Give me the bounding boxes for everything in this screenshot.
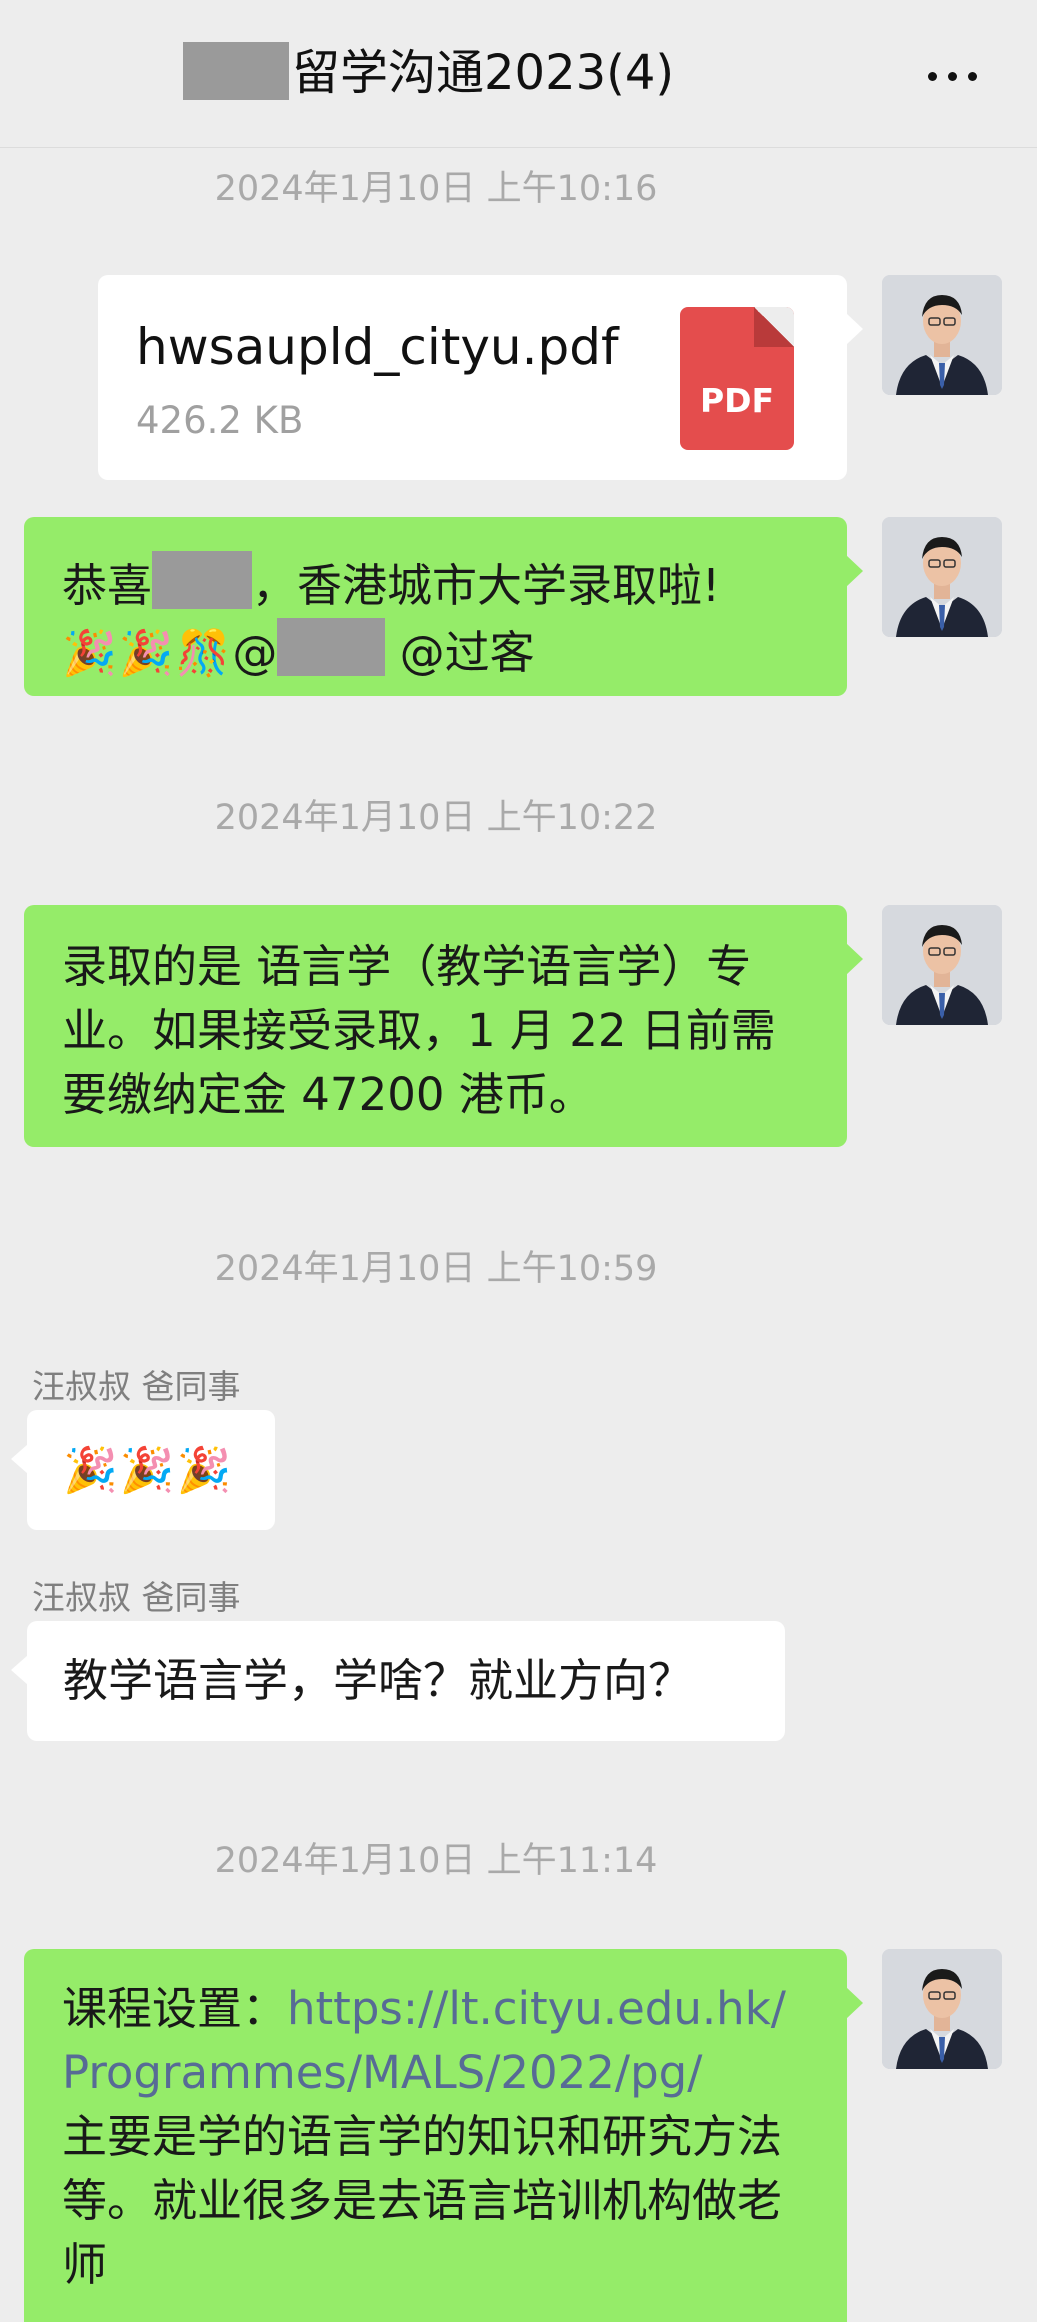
redacted-name (277, 618, 386, 676)
message-bubble[interactable]: 录取的是 语言学（教学语言学）专业。如果接受录取，1 月 22 日前需要缴纳定金… (24, 905, 863, 1147)
message-text: 恭喜 (62, 559, 153, 612)
more-icon[interactable] (922, 60, 982, 92)
mention-text: @过客 (399, 626, 535, 679)
message-text: ，香港城市大学录取啦! (252, 559, 721, 612)
timestamp: 2024年1月10日 上午10:22 (214, 798, 658, 838)
message-bubble[interactable]: 恭喜 ，香港城市大学录取啦! 🎉🎉🎊@ @过客 (24, 517, 863, 696)
message-bubble[interactable]: 🎉🎉🎉 (11, 1410, 275, 1530)
message-bubble[interactable]: 教学语言学，学啥？就业方向？ (11, 1621, 785, 1741)
message-text: 主要是学的语言学的知识和研究方法等。就业很多是去语言培训机构做老师 (62, 2110, 783, 2291)
timestamp: 2024年1月10日 上午11:14 (214, 1841, 658, 1881)
chat-title: 留学沟通2023(4) (292, 45, 675, 101)
message-text: 教学语言学，学啥？就业方向？ (63, 1654, 694, 1707)
message-bubble[interactable]: 课程设置：https://lt.cityu.edu.hk/ Programmes… (24, 1949, 863, 2322)
redacted-name (183, 42, 289, 100)
message-text: 录取的是 语言学（教学语言学）专业。如果接受录取，1 月 22 日前需要缴纳定金… (62, 940, 776, 1121)
course-link[interactable]: Programmes/MALS/2022/pg/ (62, 2041, 815, 2105)
avatar[interactable] (882, 905, 1002, 1025)
avatar[interactable] (882, 1949, 1002, 2069)
party-emoji: 🎉🎉🎉 (63, 1445, 234, 1496)
chat-header: 留学沟通2023(4) (0, 0, 1037, 148)
pdf-icon: PDF (680, 307, 794, 450)
avatar[interactable] (882, 275, 1002, 395)
pdf-label: PDF (699, 381, 775, 420)
sender-name: 汪叔叔 爸同事 (32, 1367, 241, 1406)
sender-name: 汪叔叔 爸同事 (32, 1578, 241, 1617)
message-text: 课程设置： (62, 1982, 288, 2035)
course-link[interactable]: https://lt.cityu.edu.hk/ (287, 1982, 786, 2035)
timestamp: 2024年1月10日 上午10:16 (214, 169, 658, 209)
mention-text: @ (232, 626, 278, 679)
file-size: 426.2 KB (136, 399, 304, 442)
avatar[interactable] (882, 517, 1002, 637)
file-name: hwsaupld_cityu.pdf (136, 318, 619, 376)
party-emoji: 🎉🎉🎊 (62, 628, 233, 679)
file-message[interactable]: hwsaupld_cityu.pdf 426.2 KB PDF (98, 275, 863, 480)
timestamp: 2024年1月10日 上午10:59 (214, 1249, 658, 1289)
redacted-name (152, 551, 253, 609)
